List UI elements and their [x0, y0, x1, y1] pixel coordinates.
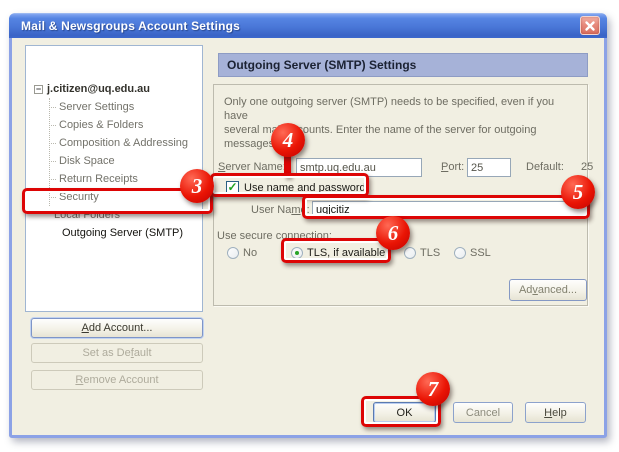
- tree-item-return-receipts[interactable]: Return Receipts: [26, 170, 138, 188]
- remove-account-label: Remove Account: [75, 374, 158, 386]
- tree-item-label: Server Settings: [59, 101, 134, 113]
- screenshot-stage: Mail & Newsgroups Account Settings − j.c…: [0, 0, 619, 452]
- remove-account-button[interactable]: Remove Account: [31, 370, 203, 390]
- radio-ssl[interactable]: [454, 247, 466, 259]
- tree-item-label: Return Receipts: [59, 173, 138, 185]
- tree-item-label: Outgoing Server (SMTP): [62, 227, 183, 239]
- tree-item-label: Copies & Folders: [59, 119, 143, 131]
- add-account-label: Add Account...: [82, 322, 153, 334]
- account-settings-dialog: Mail & Newsgroups Account Settings − j.c…: [9, 13, 607, 438]
- use-name-password-label: Use name and password: [244, 182, 366, 194]
- tree-item-disk-space[interactable]: Disk Space: [26, 152, 115, 170]
- use-secure-connection-label: Use secure connection:: [217, 230, 332, 242]
- radio-tls[interactable]: [404, 247, 416, 259]
- tree-item-server-settings[interactable]: Server Settings: [26, 98, 134, 116]
- tree-item-label: Security: [59, 191, 99, 203]
- radio-ssl-label: SSL: [470, 247, 491, 259]
- tree-stub: [49, 179, 56, 180]
- advanced-button[interactable]: Advanced...: [509, 279, 587, 301]
- panel-header: Outgoing Server (SMTP) Settings: [218, 53, 588, 77]
- tree-stub: [49, 161, 56, 162]
- radio-no-label: No: [243, 247, 257, 259]
- panel-header-label: Outgoing Server (SMTP) Settings: [227, 58, 416, 72]
- close-icon: [584, 20, 596, 32]
- use-name-password-checkbox[interactable]: ✓: [226, 181, 239, 194]
- user-name-input[interactable]: [312, 201, 587, 218]
- smtp-settings-groupbox: Only one outgoing server (SMTP) needs to…: [213, 84, 588, 306]
- help-button[interactable]: Help: [525, 402, 586, 423]
- account-tree: − j.citizen@uq.edu.au Server Settings Co…: [25, 45, 203, 312]
- default-port-value: 25: [581, 161, 593, 173]
- tree-item-local-folders[interactable]: Local Folders: [26, 206, 120, 224]
- help-label: Help: [544, 407, 567, 419]
- set-as-default-label: Set as Default: [82, 347, 151, 359]
- cancel-button[interactable]: Cancel: [453, 402, 513, 423]
- tree-item-copies-folders[interactable]: Copies & Folders: [26, 116, 143, 134]
- checkmark-icon: ✓: [227, 182, 237, 192]
- window-title: Mail & Newsgroups Account Settings: [9, 19, 240, 33]
- radio-tls-if-available-label: TLS, if available: [307, 247, 385, 259]
- smtp-description: Only one outgoing server (SMTP) needs to…: [224, 95, 576, 151]
- add-account-button[interactable]: Add Account...: [31, 318, 203, 338]
- radio-tls-if-available[interactable]: [291, 247, 303, 259]
- close-button[interactable]: [580, 16, 600, 35]
- ok-button[interactable]: OK: [373, 402, 436, 423]
- ok-label: OK: [397, 407, 413, 419]
- port-label: Port:: [441, 161, 464, 173]
- tree-item-outgoing-server-smtp[interactable]: Outgoing Server (SMTP): [26, 224, 183, 242]
- default-port-label: Default:: [526, 161, 564, 173]
- tree-stub: [49, 143, 56, 144]
- tree-item-account-root[interactable]: − j.citizen@uq.edu.au: [26, 80, 150, 98]
- tree-item-composition-addressing[interactable]: Composition & Addressing: [26, 134, 188, 152]
- tree-stub: [49, 197, 56, 198]
- tree-item-label: Disk Space: [59, 155, 115, 167]
- advanced-label: Advanced...: [519, 284, 577, 296]
- collapse-expander-icon[interactable]: −: [34, 85, 43, 94]
- server-name-input[interactable]: [296, 158, 422, 177]
- titlebar[interactable]: Mail & Newsgroups Account Settings: [9, 13, 607, 38]
- cancel-label: Cancel: [466, 407, 500, 419]
- tree-stub: [49, 125, 56, 126]
- set-as-default-button[interactable]: Set as Default: [31, 343, 203, 363]
- tree-stub: [49, 107, 56, 108]
- port-input[interactable]: [467, 158, 511, 177]
- tree-item-label: Local Folders: [54, 209, 120, 221]
- tree-item-label: Composition & Addressing: [59, 137, 188, 149]
- tree-item-security[interactable]: Security: [26, 188, 99, 206]
- radio-dot-icon: [295, 251, 299, 255]
- radio-tls-label: TLS: [420, 247, 440, 259]
- user-name-label: User Name:: [251, 204, 310, 216]
- radio-no[interactable]: [227, 247, 239, 259]
- server-name-label: Server Name:: [218, 161, 286, 173]
- tree-item-label: j.citizen@uq.edu.au: [47, 83, 150, 95]
